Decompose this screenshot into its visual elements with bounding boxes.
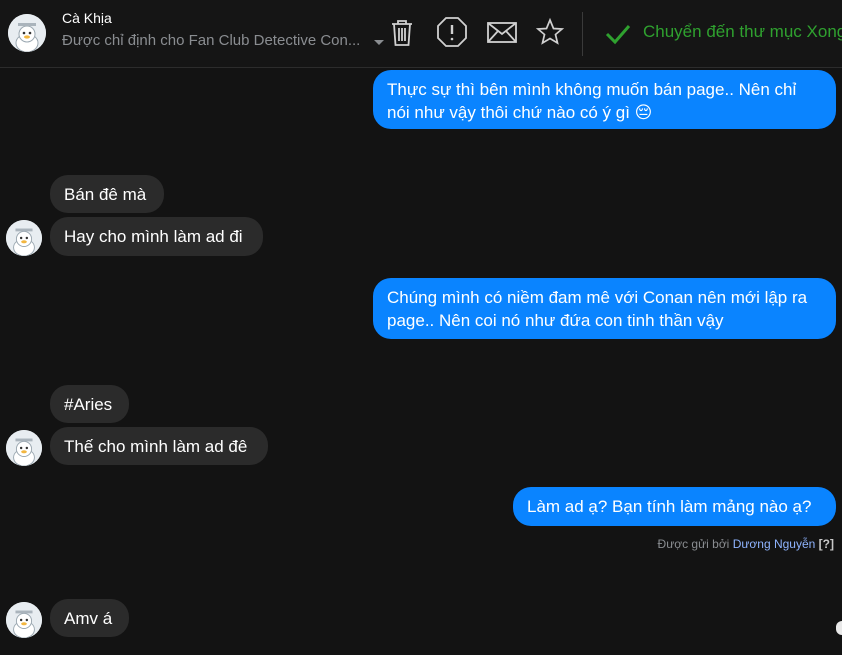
- envelope-icon[interactable]: [486, 16, 518, 48]
- sender-avatar[interactable]: [6, 220, 42, 256]
- trash-icon[interactable]: [386, 16, 418, 48]
- toolbar-divider: [582, 12, 583, 56]
- contact-name: Cà Khịa: [62, 10, 112, 26]
- checkmark-icon: [604, 22, 632, 51]
- outgoing-message: Thực sự thì bên mình không muốn bán page…: [373, 70, 836, 129]
- incoming-message: Amv á: [50, 599, 129, 637]
- scroll-handle[interactable]: [836, 621, 842, 635]
- assigned-to-label[interactable]: Được chỉ định cho Fan Club Detective Con…: [62, 32, 360, 49]
- outgoing-message: Làm ad ạ? Bạn tính làm mảng nào ạ?: [513, 487, 836, 526]
- outgoing-message: Chúng mình có niềm đam mê với Conan nên …: [373, 278, 836, 339]
- incoming-message: Bán đê mà: [50, 175, 164, 213]
- incoming-message: #Aries: [50, 385, 129, 423]
- conversation-header: Cà Khịa Được chỉ định cho Fan Club Detec…: [0, 0, 842, 68]
- sent-by-prefix: Được gửi bởi: [657, 537, 730, 551]
- incoming-message: Thế cho mình làm ad đê: [50, 427, 268, 465]
- sender-avatar[interactable]: [6, 602, 42, 638]
- report-icon[interactable]: [436, 16, 468, 48]
- chevron-down-icon[interactable]: [372, 35, 386, 49]
- sent-by-note: Được gửi bởi Dương Nguyễn [?]: [658, 537, 834, 551]
- help-link[interactable]: [?]: [819, 537, 834, 551]
- contact-avatar[interactable]: [8, 14, 46, 52]
- sender-avatar[interactable]: [6, 430, 42, 466]
- move-to-done-label: Chuyển đến thư mục Xong: [643, 22, 842, 41]
- sender-name-link[interactable]: Dương Nguyễn: [733, 537, 816, 551]
- star-icon[interactable]: [534, 16, 566, 48]
- incoming-message: Hay cho mình làm ad đi: [50, 217, 263, 256]
